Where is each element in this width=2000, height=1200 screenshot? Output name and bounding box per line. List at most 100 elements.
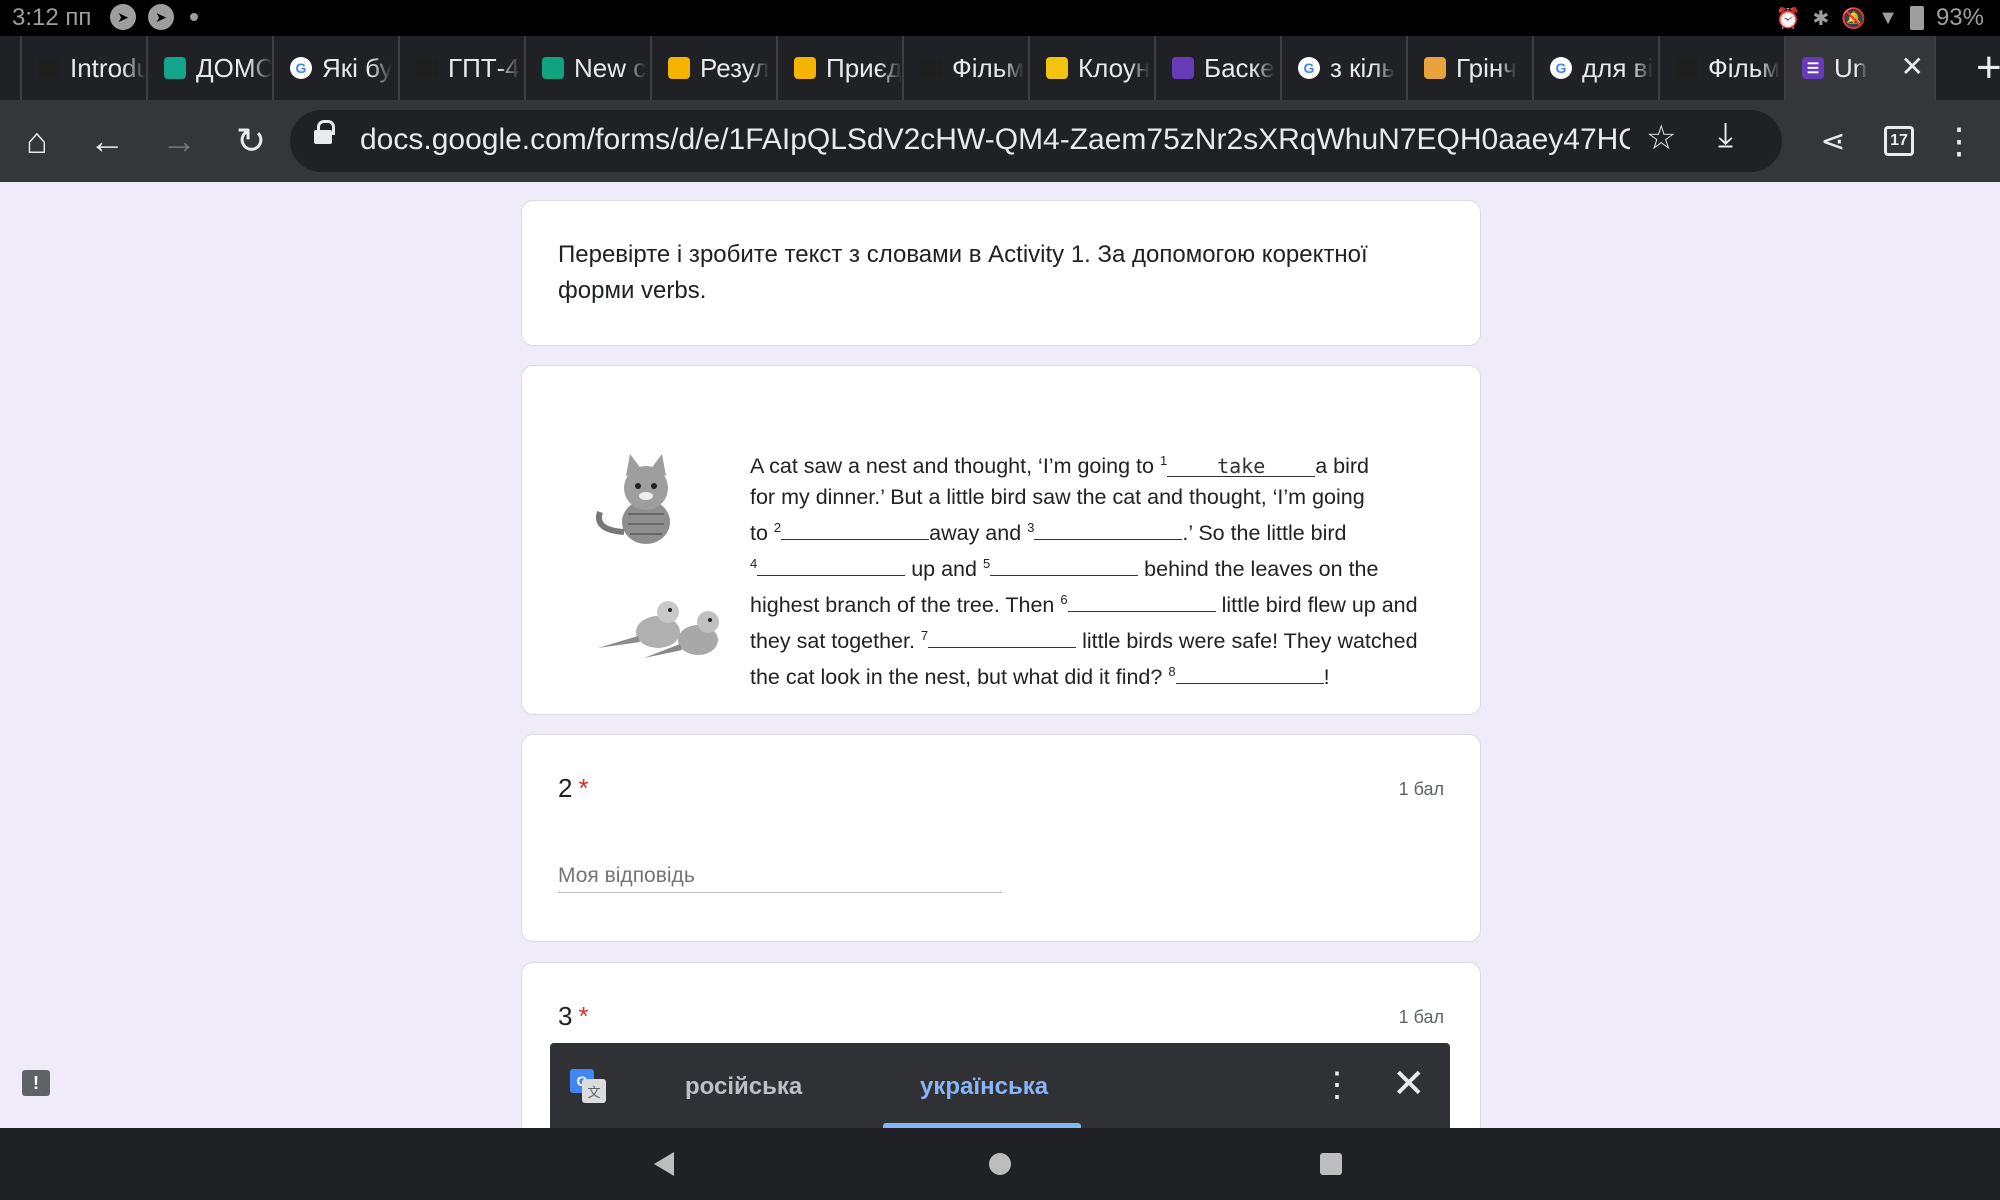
tab-label: Грінч [1456,52,1517,83]
blank-number: 4 [750,555,758,571]
openai-icon [416,57,438,79]
blank-2 [781,518,930,540]
blank-1: take [1167,455,1316,478]
required-asterisk: * [578,1001,589,1031]
answer-input[interactable] [558,859,1002,893]
bookmark-star-icon[interactable]: ☆ [1646,118,1676,158]
mute-icon: 🔕 [1841,7,1867,30]
question-number: 3 * [558,1001,589,1031]
exercise-line: they sat together. 7 little birds were s… [750,627,1418,653]
tab-label: ДОМС [196,52,272,83]
blank-6 [1067,590,1216,612]
tab-label: New c [574,52,647,83]
translate-menu-icon[interactable]: ⋮ [1320,1065,1354,1105]
exercise-line: 4 up and 5 behind the leaves on the [750,554,1379,581]
address-bar[interactable]: docs.google.com/forms/d/e/1FAIpQLSdV2cHW… [290,110,1782,172]
cat-illustration [596,454,670,544]
bell-icon [668,57,690,79]
google-icon: G [1298,57,1320,79]
tab[interactable]: Фільм [904,36,1030,100]
tab-switcher-button[interactable]: 17 [1884,126,1914,156]
reload-icon[interactable]: ↻ [228,118,274,164]
nav-back-icon[interactable] [654,1152,674,1176]
gift-icon [1424,57,1446,79]
tab[interactable]: ДОМС [148,36,274,100]
tab-label: Баске [1204,52,1275,83]
google-translate-icon: G 文 [570,1069,606,1103]
blank-8 [1175,662,1324,684]
notification-icons: ➤ ➤ [110,4,198,30]
question-card: 2 * 1 бал [521,734,1481,942]
forms-icon [1172,57,1194,79]
more-notifications-icon [190,13,198,21]
tab-label: Фільм [1708,52,1781,83]
tab[interactable]: Баске [1156,36,1282,100]
tab-label: Фільм [952,52,1025,83]
question-number: 2 * [558,773,589,803]
blank-3 [1034,518,1183,540]
film-icon [1676,57,1698,79]
nav-recents-icon[interactable] [1320,1153,1342,1175]
tab[interactable]: ГПТ-4 [400,36,526,100]
blank-number: 3 [1027,519,1035,535]
lock-icon [314,120,335,144]
status-time: 3:12 пп [12,4,92,31]
close-tab-icon[interactable]: ✕ [1901,50,1924,83]
bell-icon [794,57,816,79]
tab-label: ГПТ-4 [448,52,520,83]
required-asterisk: * [578,773,589,803]
tab[interactable]: Gз кіль [1282,36,1408,100]
tab-strip: Introdu ДОМС G Які бу ГПТ-4 New c Резул П… [0,36,2000,100]
nav-home-icon[interactable] [989,1153,1011,1175]
tab-label: Introdu [70,52,146,83]
openai-icon [542,57,564,79]
menu-icon[interactable]: ⋮ [1936,118,1982,164]
tab[interactable]: Резул [652,36,778,100]
forward-icon[interactable]: → [156,118,202,164]
question-points: 1 бал [1398,779,1444,799]
battery-level: 93% [1935,4,1984,31]
tab[interactable]: G Які бу [274,36,400,100]
tab-label: Які бу [322,52,393,83]
alarm-icon: ⏰ [1775,7,1801,30]
form-description: Перевірте і зробите текст з словами в Ac… [558,241,1368,304]
tab[interactable]: Gдля ві [1534,36,1660,100]
google-icon: G [1550,57,1572,79]
tab-partial[interactable] [0,36,22,100]
blank-number: 2 [773,519,782,535]
tab[interactable]: Фільм [1660,36,1786,100]
openai-icon [38,57,60,79]
translate-bar: G 文 російська українська ⋮ ✕ [550,1043,1450,1129]
new-tab-button[interactable]: + [1976,43,2000,93]
blank-5 [990,554,1139,576]
back-icon[interactable]: ← [84,118,130,164]
forms-icon: ☰ [1802,57,1824,79]
tab-label: Клоун [1078,52,1151,83]
wifi-icon: ▼ [1878,6,1898,29]
download-icon[interactable]: ⤓ [1718,116,1733,155]
form-description-card: Перевірте і зробите текст з словами в Ac… [521,200,1481,346]
blank-number: 7 [920,627,929,643]
tab[interactable]: New c [526,36,652,100]
close-icon[interactable]: ✕ [1392,1061,1426,1107]
target-language-tab[interactable]: українська [920,1073,1048,1101]
system-icons: ⏰ ✱ 🔕 ▼ 93% [1776,4,1984,32]
report-feedback-icon[interactable]: ! [22,1070,50,1096]
source-language-tab[interactable]: російська [685,1073,802,1101]
tab[interactable]: Грінч [1408,36,1534,100]
tab[interactable]: Клоун [1030,36,1156,100]
blank-4 [757,554,906,576]
url-text[interactable]: docs.google.com/forms/d/e/1FAIpQLSdV2cHW… [360,123,1630,157]
tab-label: з кіль [1330,52,1396,83]
tab[interactable]: Introdu [22,36,148,100]
tab[interactable]: Приєд [778,36,904,100]
tab-active[interactable]: ☰ Un ✕ [1786,36,1936,100]
z-icon [164,57,186,79]
birds-illustration [598,601,719,658]
film-icon [920,57,942,79]
clown-icon [1046,57,1068,79]
browser-toolbar: ⌂ ← → ↻ docs.google.com/forms/d/e/1FAIpQ… [0,100,2000,182]
share-icon[interactable]: ⋖ [1810,118,1856,164]
home-icon[interactable]: ⌂ [14,118,60,164]
blank-number: 1 [1159,453,1168,468]
